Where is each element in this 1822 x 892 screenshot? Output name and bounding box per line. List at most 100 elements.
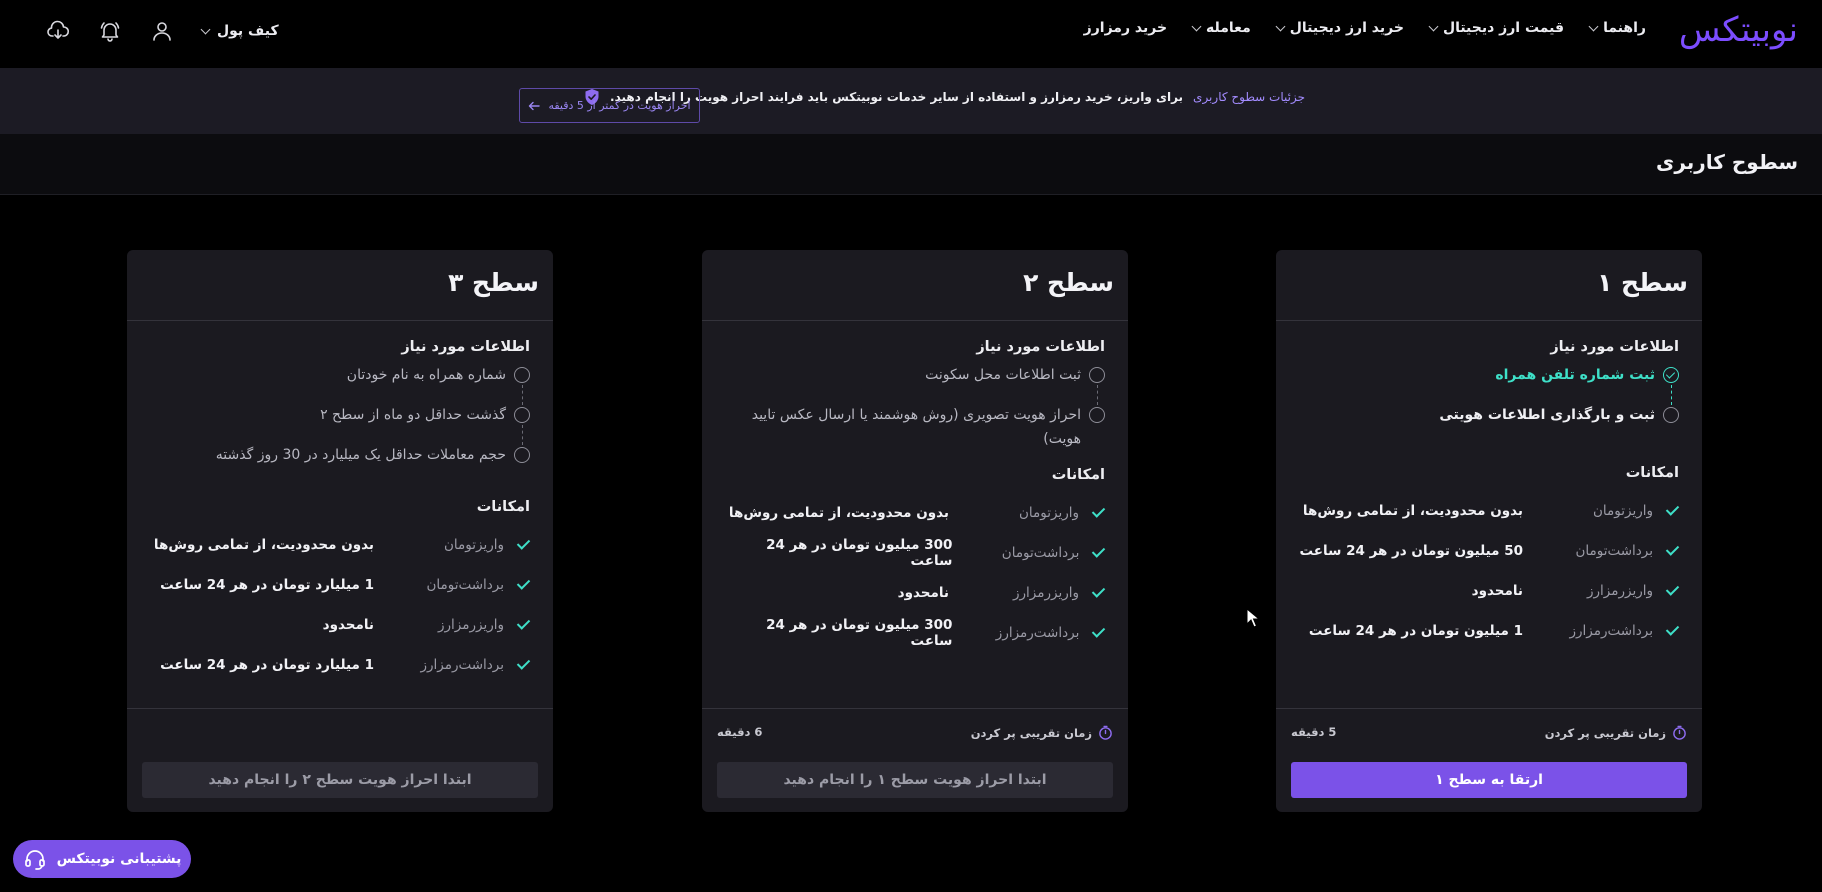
header-actions: کیف پول	[44, 17, 279, 45]
requirement-label: شماره همراه به نام خودتان	[346, 367, 506, 383]
timer-icon	[1673, 725, 1686, 740]
upgrade-level-1-button[interactable]: ارتقا به سطح ۱	[1291, 762, 1687, 798]
requirement-item: شماره همراه به نام خودتان	[150, 363, 530, 405]
requirement-item: ثبت شماره تلفن همراه	[1299, 363, 1679, 405]
estimated-time-value: 6 دقیقه	[717, 725, 763, 739]
requirement-item: حجم معاملات حداقل یک میلیارد در 30 روز گ…	[150, 443, 530, 483]
requirements-title: اطلاعات مورد نیاز	[976, 339, 1105, 355]
level-2-card: سطح ۲ اطلاعات مورد نیاز ثبت اطلاعات محل …	[702, 250, 1128, 812]
feature-value: 50 میلیون تومان در هر 24 ساعت	[1299, 543, 1523, 559]
feature-row: واریزرمزارز نامحدود	[1299, 571, 1679, 611]
feature-name: واریزتومان	[1593, 503, 1653, 519]
requirement-label: ثبت و بارگذاری اطلاعات هویتی	[1439, 407, 1655, 423]
feature-row: برداشت‌رمزارز 1 میلیون تومان در هر 24 سا…	[1299, 611, 1679, 651]
kyc-banner: برای واریز، خرید رمزارز و استفاده از سای…	[0, 68, 1822, 134]
feature-name: برداشت‌رمزارز	[420, 657, 504, 673]
requirement-item: گذشت حداقل دو ماه از سطح ۲	[150, 403, 530, 445]
feature-name: واریزرمزارز	[1587, 583, 1653, 599]
card-footer: ابتدا احراز هویت سطح ۲ را انجام دهید	[127, 708, 553, 812]
feature-name: برداشت‌تومان	[426, 577, 504, 593]
download-app-icon[interactable]	[44, 17, 72, 45]
nav-help[interactable]: راهنما	[1588, 20, 1646, 36]
feature-value: بدون محدودیت، از تمامی روش‌ها	[153, 537, 374, 553]
empty-circle-icon	[514, 367, 530, 383]
complete-level-1-first-button[interactable]: ابتدا احراز هویت سطح ۱ را انجام دهید	[717, 762, 1113, 798]
feature-row: برداشت‌تومان 1 میلیارد تومان در هر 24 سا…	[150, 565, 530, 605]
nav-crypto-price-label: قیمت ارز دیجیتال	[1442, 20, 1565, 36]
features-title: امکانات	[476, 499, 530, 515]
chevron-down-icon	[1588, 21, 1599, 31]
level-1-card: سطح ۱ اطلاعات مورد نیاز ثبت شماره تلفن ه…	[1276, 250, 1702, 812]
empty-circle-icon	[1663, 407, 1679, 423]
empty-circle-icon	[514, 447, 530, 463]
complete-level-2-first-button[interactable]: ابتدا احراز هویت سطح ۲ را انجام دهید	[142, 762, 538, 798]
nav-buy-digital-currency-label: خرید ارز دیجیتال	[1289, 20, 1404, 36]
feature-name: واریزرمزارز	[1013, 585, 1079, 601]
requirement-label: حجم معاملات حداقل یک میلیارد در 30 روز گ…	[215, 447, 506, 463]
checkmark-icon	[1091, 548, 1105, 558]
checkmark-icon	[1665, 586, 1679, 596]
arrow-left-icon	[529, 101, 541, 110]
checkmark-icon	[516, 620, 530, 630]
feature-row: واریزرمزارز نامحدود	[150, 605, 530, 645]
empty-circle-icon	[514, 407, 530, 423]
requirement-label: ثبت شماره تلفن همراه	[1495, 367, 1655, 383]
checkmark-icon	[516, 580, 530, 590]
estimated-time-label: زمان تقریبی پر کردن	[970, 725, 1092, 740]
feature-value: 300 میلیون تومان در هر 24 ساعت	[766, 537, 953, 569]
checkmark-icon	[1091, 508, 1105, 518]
level-3-card: سطح ۳ اطلاعات مورد نیاز شماره همراه به ن…	[127, 250, 553, 812]
empty-circle-icon	[1089, 407, 1105, 423]
nav-trade[interactable]: معامله	[1191, 20, 1251, 36]
requirements-list: ثبت اطلاعات محل سکونت احراز هویت تصویری …	[725, 363, 1105, 459]
feature-value: نامحدود	[897, 585, 949, 601]
feature-name: برداشت‌تومان	[1575, 543, 1653, 559]
timer-icon	[1099, 725, 1112, 740]
wallet-menu[interactable]: کیف پول	[200, 23, 279, 39]
nav-buy-crypto[interactable]: خرید رمزارز	[1084, 20, 1167, 36]
support-button[interactable]: پشتیبانی نوبیتکس	[13, 840, 191, 878]
empty-circle-icon	[1089, 367, 1105, 383]
nav-buy-digital-currency[interactable]: خرید ارز دیجیتال	[1275, 20, 1404, 36]
nav-crypto-price[interactable]: قیمت ارز دیجیتال	[1428, 20, 1565, 36]
notification-bell-icon[interactable]	[96, 17, 124, 45]
headset-icon	[24, 850, 45, 870]
feature-row: واریزتومان بدون محدودیت، از تمامی روش‌ها	[150, 525, 530, 565]
requirement-item: ثبت اطلاعات محل سکونت	[725, 363, 1105, 405]
estimated-time-label: زمان تقریبی پر کردن	[1544, 725, 1666, 740]
feature-value: نامحدود	[1471, 583, 1523, 599]
feature-name: واریزتومان	[1019, 505, 1079, 521]
estimated-time: زمان تقریبی پر کردن 6 دقیقه	[717, 725, 1113, 740]
card-header: سطح ۳	[127, 250, 553, 321]
feature-row: برداشت‌تومان 300 میلیون تومان در هر 24 س…	[725, 533, 1105, 573]
page-title: سطوح کاربری	[1655, 150, 1798, 174]
feature-value: بدون محدودیت، از تمامی روش‌ها	[728, 505, 949, 521]
card-footer: زمان تقریبی پر کردن 6 دقیقه ابتدا احراز …	[702, 708, 1128, 812]
card-title: سطح ۱	[1597, 268, 1688, 297]
user-levels-details-link[interactable]: جزئیات سطوح کاربری	[1193, 90, 1305, 104]
feature-value: 300 میلیون تومان در هر 24 ساعت	[766, 617, 953, 649]
feature-row: برداشت‌رمزارز 300 میلیون تومان در هر 24 …	[725, 613, 1105, 653]
user-icon[interactable]	[148, 17, 176, 45]
chevron-down-icon	[200, 24, 211, 34]
step-connector	[1097, 385, 1098, 405]
verify-identity-label: احراز هویت در کمتر از 5 دقیقه	[548, 99, 691, 112]
section-header: سطوح کاربری	[0, 134, 1822, 195]
verify-identity-button[interactable]: احراز هویت در کمتر از 5 دقیقه	[519, 88, 700, 123]
estimated-time-value: 5 دقیقه	[1291, 725, 1337, 739]
feature-row: واریزرمزارز نامحدود	[725, 573, 1105, 613]
mouse-cursor-icon	[1246, 608, 1260, 628]
feature-value: نامحدود	[322, 617, 374, 633]
nobitex-logo[interactable]: نوبیتکس	[1679, 10, 1798, 50]
requirement-label: احراز هویت تصویری (روش هوشمند یا ارسال ع…	[751, 407, 1081, 447]
feature-value: 1 میلیون تومان در هر 24 ساعت	[1308, 623, 1523, 639]
requirement-item: ثبت و بارگذاری اطلاعات هویتی	[1299, 403, 1679, 443]
check-circle-icon	[1663, 367, 1679, 383]
step-connector	[1671, 385, 1672, 405]
checkmark-icon	[1091, 628, 1105, 638]
feature-row: واریزتومان بدون محدودیت، از تمامی روش‌ها	[725, 493, 1105, 533]
requirements-list: شماره همراه به نام خودتان گذشت حداقل دو …	[150, 363, 530, 483]
feature-value: 1 میلیارد تومان در هر 24 ساعت	[160, 577, 374, 593]
chevron-down-icon	[1275, 21, 1286, 31]
step-connector	[522, 385, 523, 405]
